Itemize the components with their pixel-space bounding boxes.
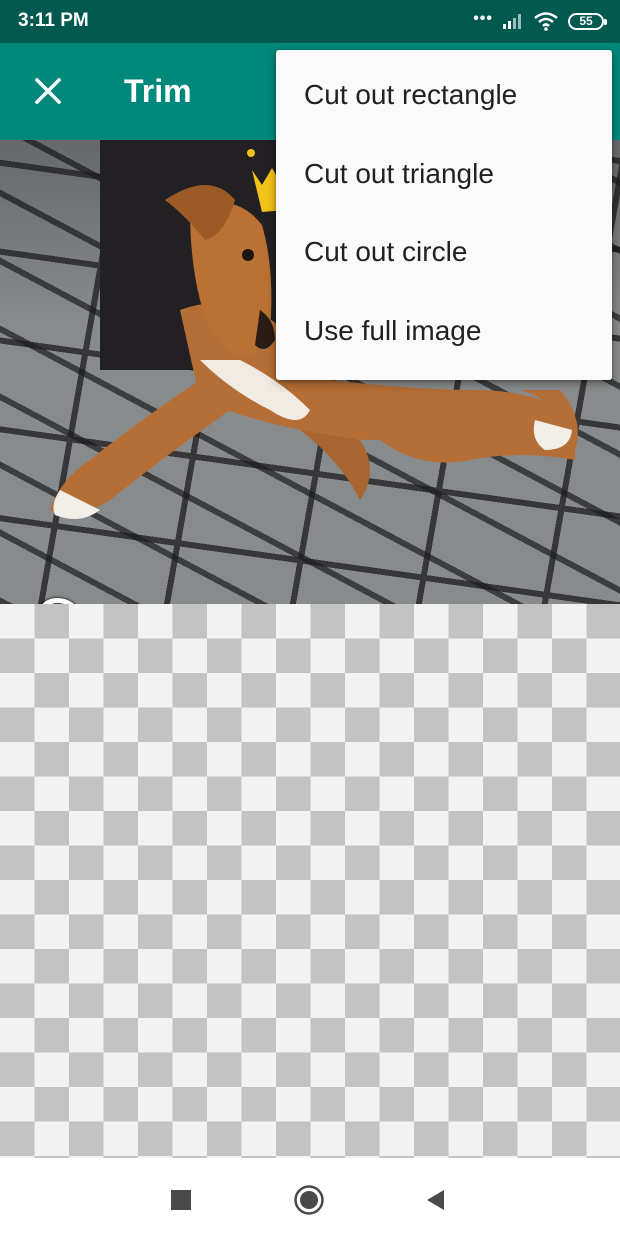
menu-item-cut-triangle[interactable]: Cut out triangle bbox=[276, 133, 612, 216]
close-button[interactable] bbox=[22, 65, 74, 117]
recents-button[interactable] bbox=[161, 1180, 201, 1220]
more-notifications-icon: ••• bbox=[473, 10, 493, 27]
page-title: Trim bbox=[124, 73, 192, 109]
status-bar: 3:11 PM ••• 55 bbox=[0, 0, 620, 43]
square-icon bbox=[171, 1190, 191, 1210]
status-icons: ••• 55 bbox=[473, 9, 607, 33]
menu-item-cut-circle[interactable]: Cut out circle bbox=[276, 211, 612, 294]
triangle-back-icon bbox=[427, 1190, 444, 1210]
battery-level: 55 bbox=[579, 14, 593, 28]
circle-icon bbox=[294, 1185, 324, 1215]
menu-item-use-full-image[interactable]: Use full image bbox=[276, 290, 612, 373]
status-time: 3:11 PM bbox=[18, 10, 89, 31]
battery-icon: 55 bbox=[568, 12, 607, 30]
signal-icon bbox=[503, 14, 521, 29]
wifi-icon bbox=[534, 12, 558, 31]
navigation-bar bbox=[0, 1158, 620, 1240]
home-button[interactable] bbox=[289, 1180, 329, 1220]
transparent-area bbox=[0, 604, 620, 1158]
trim-options-menu: Cut out rectangle Cut out triangle Cut o… bbox=[276, 50, 612, 380]
menu-item-cut-rectangle[interactable]: Cut out rectangle bbox=[276, 54, 612, 137]
back-button[interactable] bbox=[416, 1180, 456, 1220]
close-icon bbox=[35, 78, 61, 104]
